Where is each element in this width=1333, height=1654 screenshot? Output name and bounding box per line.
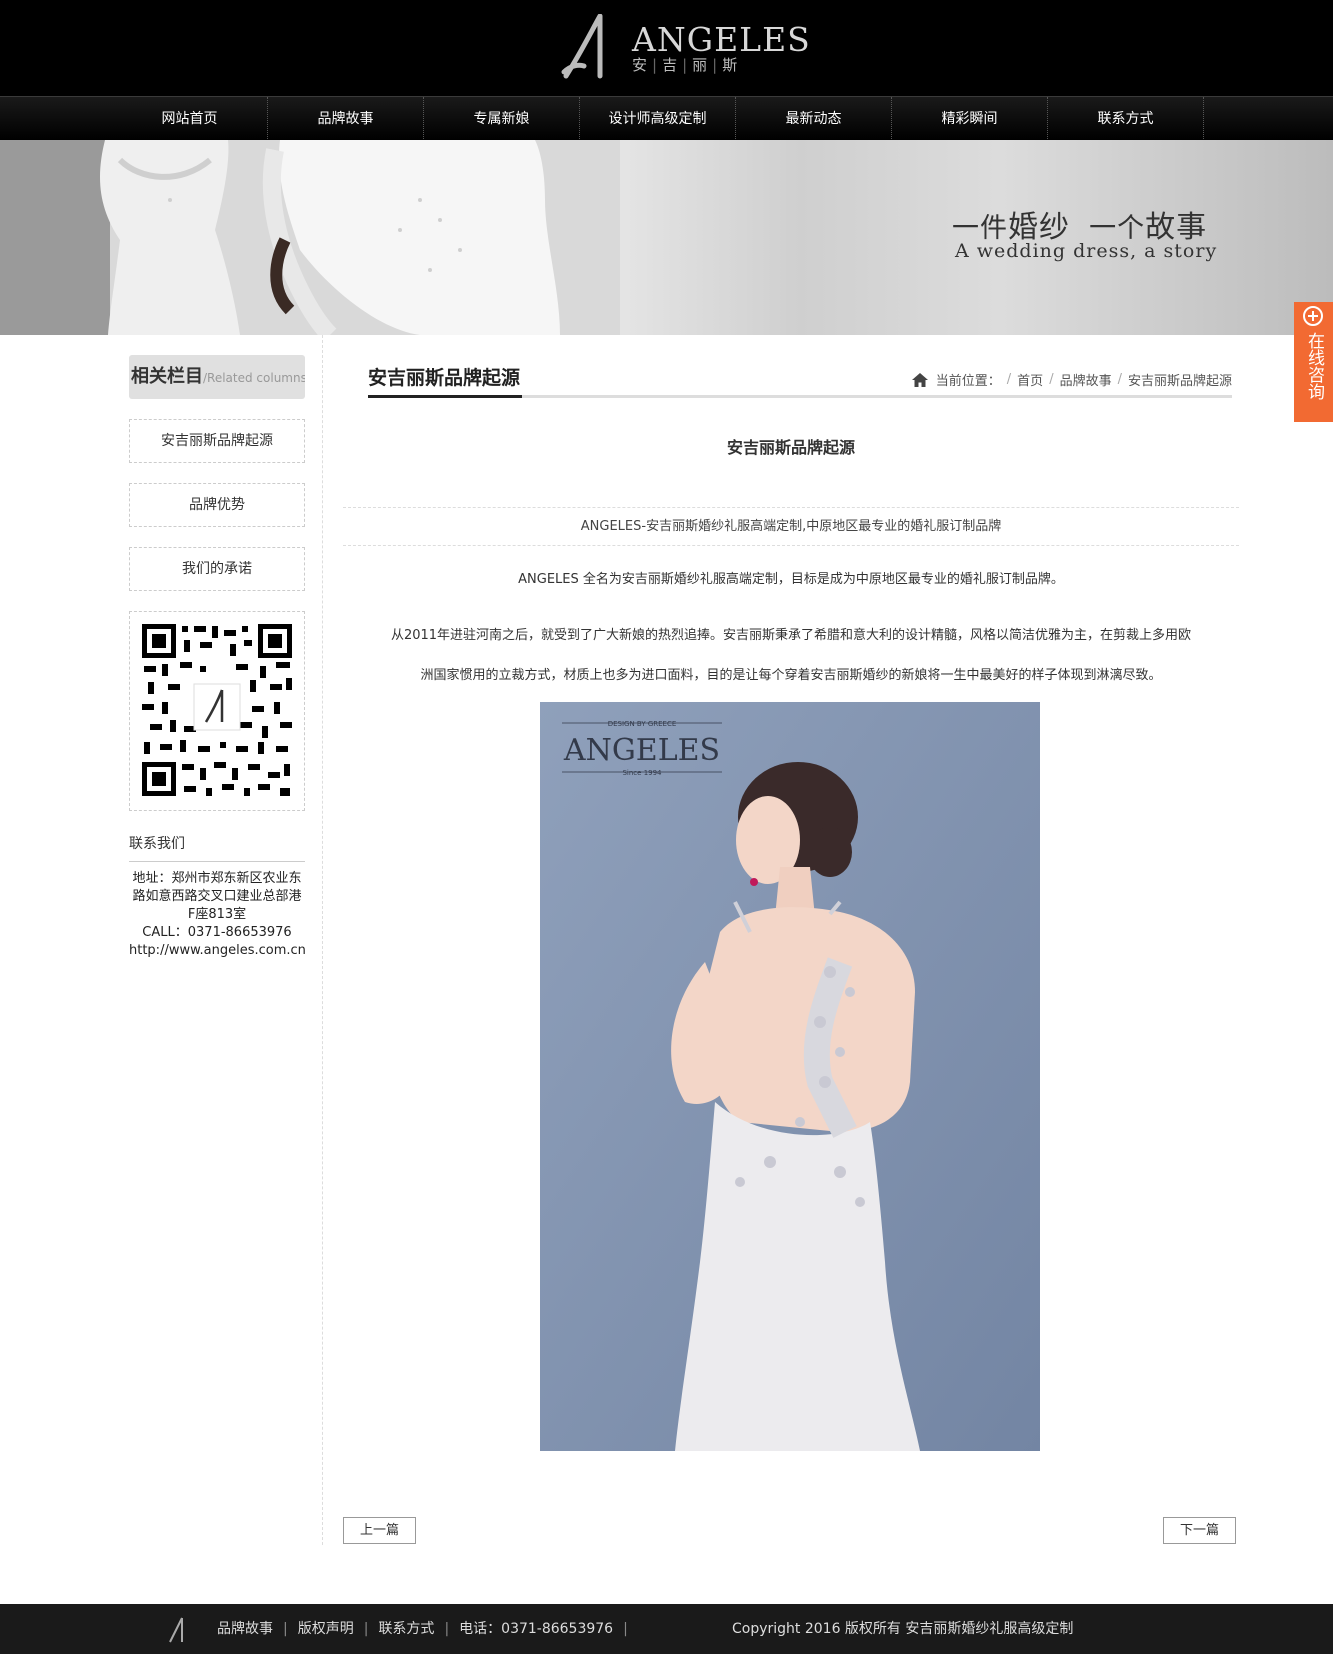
column-divider (322, 335, 323, 1545)
bride-photo-image: DESIGN BY GREECE ANGELES Since 1994 (540, 702, 1040, 1451)
sidebar-title-en: /Related columns (203, 371, 305, 385)
home-icon (911, 372, 928, 387)
breadcrumb-home[interactable]: 首页 (1017, 370, 1043, 389)
nav-item-contact[interactable]: 联系方式 (1048, 97, 1204, 141)
footer-logo-icon (169, 1617, 183, 1643)
logo-mark-icon (561, 14, 603, 79)
qr-code-box (129, 611, 305, 811)
logo-sub-char: 吉 (662, 56, 678, 74)
online-consult-label: 在线咨询 (1304, 332, 1324, 400)
page-title: 安吉丽斯品牌起源 (368, 362, 523, 398)
contact-title: 联系我们 (129, 833, 305, 862)
nav-item-home[interactable]: 网站首页 (112, 97, 268, 141)
site-logo[interactable]: ANGELES 安 | 吉 | 丽 | 斯 (560, 14, 810, 80)
logo-sub-char: 安 (632, 56, 648, 74)
svg-text:DESIGN BY GREECE: DESIGN BY GREECE (608, 720, 677, 728)
footer-copyright: Copyright 2016 版权所有 安吉丽斯婚纱礼服高级定制 (732, 1621, 1074, 1637)
prev-article-button[interactable]: 上一篇 (343, 1517, 416, 1544)
sidebar-title-cn: 相关栏目 (131, 366, 203, 387)
contact-address-line: 路如意西路交叉口建业总部港 (132, 889, 302, 904)
footer-link-contact[interactable]: 联系方式 (368, 1604, 444, 1654)
plus-circle-icon (1303, 306, 1323, 326)
breadcrumb-brand-story[interactable]: 品牌故事 (1060, 370, 1112, 389)
svg-text:ANGELES: ANGELES (563, 733, 720, 768)
banner-slogan-en: A wedding dress, a story (955, 240, 1218, 262)
article-photo: DESIGN BY GREECE ANGELES Since 1994 (540, 702, 1040, 1451)
nav-item-brand-story[interactable]: 品牌故事 (268, 97, 424, 141)
contact-phone: CALL：0371-86653976 (142, 925, 292, 940)
banner-bride-image (0, 140, 620, 335)
hero-banner: 一件婚纱 一个故事 A wedding dress, a story (0, 140, 1333, 335)
nav-item-exclusive-bride[interactable]: 专属新娘 (424, 97, 580, 141)
online-consult-tab[interactable]: 在线咨询 (1294, 302, 1333, 422)
breadcrumb: 当前位置： / 首页 / 品牌故事 / 安吉丽斯品牌起源 (911, 370, 1232, 389)
contact-website: http://www.angeles.com.cn (129, 943, 306, 958)
footer-link-brand-story[interactable]: 品牌故事 (207, 1604, 283, 1654)
nav-item-news[interactable]: 最新动态 (736, 97, 892, 141)
breadcrumb-prefix: 当前位置： (935, 374, 1001, 389)
article-summary: ANGELES-安吉丽斯婚纱礼服高端定制,中原地区最专业的婚礼服订制品牌 (343, 507, 1239, 546)
sidebar-title: 相关栏目/Related columns (129, 355, 305, 399)
logo-sub-char: 斯 (722, 56, 738, 74)
contact-info: 地址：郑州市郑东新区农业东 路如意西路交叉口建业总部港 F座813室 CALL：… (129, 870, 306, 960)
qr-code-image (140, 622, 295, 800)
footer-link-copyright[interactable]: 版权声明 (288, 1604, 364, 1654)
svg-text:Since 1994: Since 1994 (622, 769, 662, 777)
site-footer: 品牌故事 | 版权声明 | 联系方式 | 电话：0371-86653976 | Copy… (0, 1604, 1333, 1654)
sidebar: 相关栏目/Related columns 安吉丽斯品牌起源 品牌优势 我们的承诺 (129, 355, 306, 960)
article-paragraph: 洲国家惯用的立裁方式，材质上也多为进口面料，目的是让每个穿着安吉丽斯婚纱的新娘将… (420, 668, 1162, 683)
sidebar-item-our-promise[interactable]: 我们的承诺 (129, 547, 305, 591)
nav-item-designer-custom[interactable]: 设计师高级定制 (580, 97, 736, 141)
contact-address-line: F座813室 (187, 907, 247, 922)
article-paragraph: ANGELES 全名为安吉丽斯婚纱礼服高端定制，目标是成为中原地区最专业的婚礼服… (518, 572, 1064, 587)
footer-links: 品牌故事 | 版权声明 | 联系方式 | 电话：0371-86653976 | (207, 1604, 628, 1654)
footer-phone: 电话：0371-86653976 (459, 1621, 614, 1637)
logo-subtitle: 安 | 吉 | 丽 | 斯 (632, 56, 738, 74)
sidebar-item-brand-origin[interactable]: 安吉丽斯品牌起源 (129, 419, 305, 463)
article-title: 安吉丽斯品牌起源 (726, 438, 855, 457)
main-header: 安吉丽斯品牌起源 当前位置： / 首页 / 品牌故事 / 安吉丽斯品牌起源 (368, 362, 1232, 398)
breadcrumb-current[interactable]: 安吉丽斯品牌起源 (1128, 370, 1232, 389)
contact-address-line: 地址：郑州市郑东新区农业东 (132, 871, 302, 886)
sidebar-item-brand-advantage[interactable]: 品牌优势 (129, 483, 305, 527)
logo-sub-char: 丽 (692, 56, 708, 74)
main-nav: 网站首页 品牌故事 专属新娘 设计师高级定制 最新动态 精彩瞬间 联系方式 (0, 96, 1333, 141)
next-article-button[interactable]: 下一篇 (1163, 1517, 1236, 1544)
article-paragraph: 从2011年进驻河南之后，就受到了广大新娘的热烈追捧。安吉丽斯秉承了希腊和意大利… (390, 628, 1192, 643)
site-header: ANGELES 安 | 吉 | 丽 | 斯 (0, 0, 1333, 96)
nav-item-moments[interactable]: 精彩瞬间 (892, 97, 1048, 141)
